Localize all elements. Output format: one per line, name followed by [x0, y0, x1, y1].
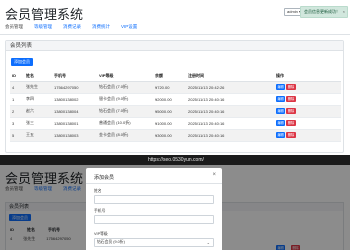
vip-level-label: VIP等级 — [94, 232, 108, 236]
cell-phone: 17564297050 — [52, 81, 97, 94]
phone-field[interactable] — [94, 215, 214, 224]
vip-level-select[interactable]: 钻石会员 (9.0折) ⌄ — [94, 238, 214, 247]
delete-button[interactable]: 删除 — [286, 132, 296, 138]
cell-name: 李四 — [24, 93, 52, 106]
nav-item-vip-settings[interactable]: VIP设置 — [121, 24, 137, 30]
name-label: 姓名 — [94, 189, 102, 193]
cell-id: 5 — [10, 129, 24, 142]
cell-id: 4 — [10, 81, 24, 94]
cell-balance: ¥2000.00 — [153, 93, 186, 106]
cell-id: 1 — [10, 93, 24, 106]
cell-register-time: 2025/11/13 20:40:16 — [186, 93, 274, 106]
cell-balance: ¥720.00 — [153, 81, 186, 94]
delete-button[interactable]: 删除 — [286, 96, 296, 102]
cell-vip-level: 金卡会员 (8.0折) — [97, 129, 153, 142]
cell-actions: 编辑 删除 — [274, 129, 341, 142]
cell-register-time: 2025/11/13 20:40:16 — [186, 117, 274, 130]
col-balance: 余额 — [153, 71, 186, 82]
member-list-card: 会员列表 添加会员 ID 姓名 手机号 VIP等级 余额 注册时间 操作 4 张先… — [5, 40, 344, 153]
table-row: 5 王五 13800138003 金卡会员 (8.0折) ¥3000.00 2025/11… — [10, 129, 341, 142]
cell-actions: 编辑 删除 — [274, 117, 341, 130]
close-icon[interactable]: × — [212, 172, 216, 178]
main-window: 会员管理系统 会员管理 等级管理 消费记录 消费统计 VIP设置 admin ▾… — [0, 0, 350, 155]
card-title: 会员列表 — [6, 41, 343, 51]
cell-balance: ¥3000.00 — [153, 129, 186, 142]
nav-divider — [0, 34, 350, 35]
cell-actions: 编辑 删除 — [274, 81, 341, 94]
col-register-time: 注册时间 — [186, 71, 274, 82]
app-title: 会员管理系统 — [5, 7, 84, 22]
cell-phone: 13800138004 — [52, 105, 97, 118]
cell-register-time: 2025/11/13 20:40:16 — [186, 105, 274, 118]
cell-name: 王五 — [24, 129, 52, 142]
table-row: 1 李四 13800138002 银卡会员 (9.0折) ¥2000.00 2025/11… — [10, 93, 341, 106]
delete-button[interactable]: 删除 — [286, 108, 296, 114]
watermark-text: https://seo.0530yun.com/ — [148, 157, 204, 163]
cell-phone: 13800138001 — [52, 117, 97, 130]
nav-item-stats[interactable]: 消费统计 — [92, 24, 110, 30]
edit-button[interactable]: 编辑 — [276, 120, 286, 126]
cell-vip-level: 钻石会员 (7.0折) — [97, 81, 153, 94]
toast-close-icon[interactable]: × — [343, 7, 345, 17]
phone-label: 手机号 — [94, 209, 106, 213]
table-row: 3 张三 13800138001 普通会员 (10.0折) ¥1000.00 2025/1… — [10, 117, 341, 130]
cell-register-time: 2025/11/13 20:40:16 — [186, 129, 274, 142]
cell-name: 赵六 — [24, 105, 52, 118]
cell-phone: 13800138002 — [52, 93, 97, 106]
table-header-row: ID 姓名 手机号 VIP等级 余额 注册时间 操作 — [10, 71, 341, 82]
nav-item-levels[interactable]: 等级管理 — [34, 24, 52, 30]
member-table: ID 姓名 手机号 VIP等级 余额 注册时间 操作 4 张先生 175642970… — [10, 71, 341, 142]
cell-balance: ¥5000.00 — [153, 105, 186, 118]
cell-id: 3 — [10, 117, 24, 130]
edit-button[interactable]: 编辑 — [276, 84, 286, 90]
delete-button[interactable]: 删除 — [286, 84, 296, 90]
vip-level-value: 钻石会员 (9.0折) — [97, 240, 125, 244]
cell-vip-level: 银卡会员 (9.0折) — [97, 93, 153, 106]
modal-divider — [86, 183, 222, 184]
nav-item-records[interactable]: 消费记录 — [63, 24, 81, 30]
col-id: ID — [10, 71, 24, 82]
chevron-down-icon: ⌄ — [206, 240, 210, 245]
edit-button[interactable]: 编辑 — [276, 96, 286, 102]
edit-button[interactable]: 编辑 — [276, 108, 286, 114]
cell-register-time: 2025/11/13 20:42:26 — [186, 81, 274, 94]
add-member-button[interactable]: 添加会员 — [11, 58, 33, 66]
cell-balance: ¥1000.00 — [153, 117, 186, 130]
col-name: 姓名 — [24, 71, 52, 82]
col-actions: 操作 — [274, 71, 341, 82]
cell-actions: 编辑 删除 — [274, 93, 341, 106]
toast-message: 会员信息更新成功！ — [304, 9, 340, 14]
cell-vip-level: 钻石会员 (7.0折) — [97, 105, 153, 118]
cell-name: 张先生 — [24, 81, 52, 94]
cell-vip-level: 普通会员 (10.0折) — [97, 117, 153, 130]
table-row: 4 张先生 17564297050 钻石会员 (7.0折) ¥720.00 2025/11… — [10, 81, 341, 94]
col-vip-level: VIP等级 — [97, 71, 153, 82]
success-toast: 会员信息更新成功！ × — [300, 6, 348, 18]
nav-item-members[interactable]: 会员管理 — [5, 24, 23, 30]
col-phone: 手机号 — [52, 71, 97, 82]
cell-id: 2 — [10, 105, 24, 118]
modal-title: 添加会员 — [94, 175, 115, 181]
cell-actions: 编辑 删除 — [274, 105, 341, 118]
table-row: 2 赵六 13800138004 钻石会员 (7.0折) ¥5000.00 2025/11… — [10, 105, 341, 118]
modal-window: 会员管理系统 会员管理 等级管理 消费记录 消费统计 VIP设置 会员列表 添加… — [0, 165, 350, 250]
add-member-modal: 添加会员 × 姓名 手机号 VIP等级 钻石会员 (9.0折) ⌄ — [86, 168, 222, 250]
edit-button[interactable]: 编辑 — [276, 132, 286, 138]
delete-button[interactable]: 删除 — [286, 120, 296, 126]
name-field[interactable] — [94, 195, 214, 204]
top-nav: 会员管理 等级管理 消费记录 消费统计 VIP设置 — [5, 24, 148, 30]
cell-phone: 13800138003 — [52, 129, 97, 142]
cell-name: 张三 — [24, 117, 52, 130]
